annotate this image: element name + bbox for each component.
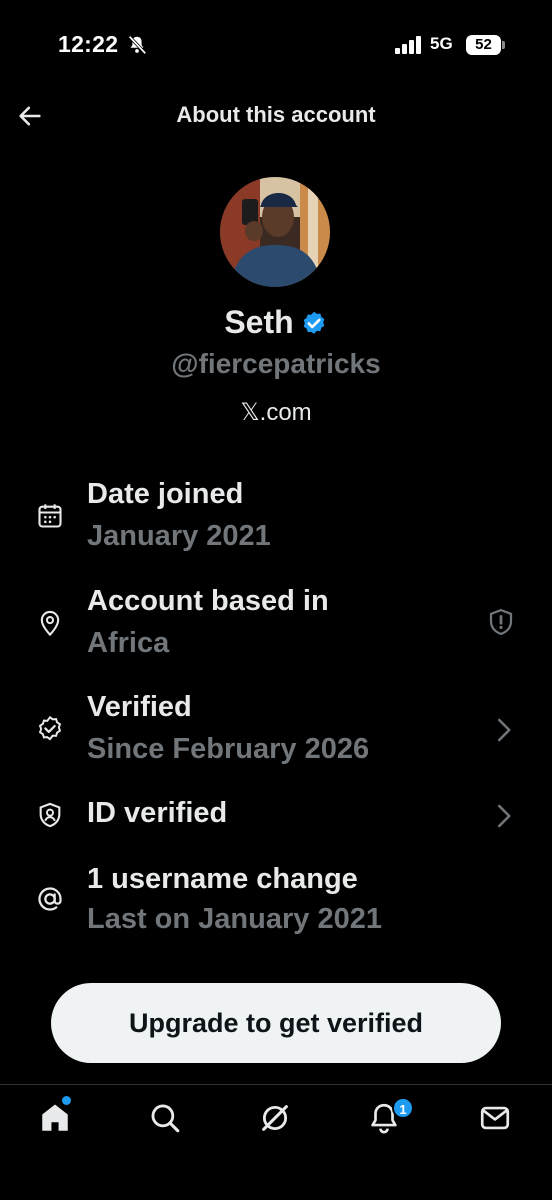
row-title: 1 username change <box>87 863 358 895</box>
row-title: ID verified <box>87 797 228 829</box>
at-sign-icon <box>38 887 62 911</box>
handle: @fiercepatricks <box>171 348 381 379</box>
battery-icon: 52 <box>466 35 506 55</box>
signal-icon <box>395 36 421 54</box>
bottom-nav: 1 <box>0 1084 552 1200</box>
display-name: Seth <box>224 304 294 340</box>
grok-icon[interactable] <box>258 1101 292 1135</box>
row-subtitle: Since February 2026 <box>87 733 370 765</box>
upgrade-button[interactable]: Upgrade to get verified <box>51 983 501 1063</box>
calendar-icon <box>38 504 62 528</box>
row-subtitle: Last on January 2021 <box>87 903 382 935</box>
site-label: 𝕏.com <box>240 399 312 426</box>
display-name-row: Seth <box>0 304 552 341</box>
verified-check-icon <box>38 715 62 741</box>
row-title: Verified <box>87 691 192 723</box>
chevron-right-icon <box>498 718 511 742</box>
notification-count-badge: 1 <box>392 1097 414 1119</box>
status-bar: 12:22 5G 52 <box>0 0 552 90</box>
bell-off-icon <box>128 35 147 55</box>
page-title: About this account <box>176 102 376 127</box>
row-subtitle: January 2021 <box>87 520 271 552</box>
messages-icon[interactable] <box>478 1101 512 1135</box>
home-unread-dot <box>62 1096 71 1105</box>
home-icon[interactable] <box>38 1101 72 1135</box>
search-icon[interactable] <box>148 1101 182 1135</box>
row-subtitle: Africa <box>87 627 170 659</box>
id-shield-icon <box>39 802 61 828</box>
location-pin-icon <box>40 610 60 637</box>
network-type: 5G <box>430 34 453 53</box>
verified-badge-icon <box>303 311 324 334</box>
shield-info-icon[interactable] <box>486 607 516 637</box>
battery-level: 52 <box>466 35 501 55</box>
chevron-right-icon <box>498 804 511 828</box>
avatar-photo <box>220 177 330 287</box>
row-title: Date joined <box>87 478 244 510</box>
status-time: 12:22 <box>58 31 119 57</box>
avatar[interactable] <box>220 177 330 287</box>
row-title: Account based in <box>87 585 329 617</box>
